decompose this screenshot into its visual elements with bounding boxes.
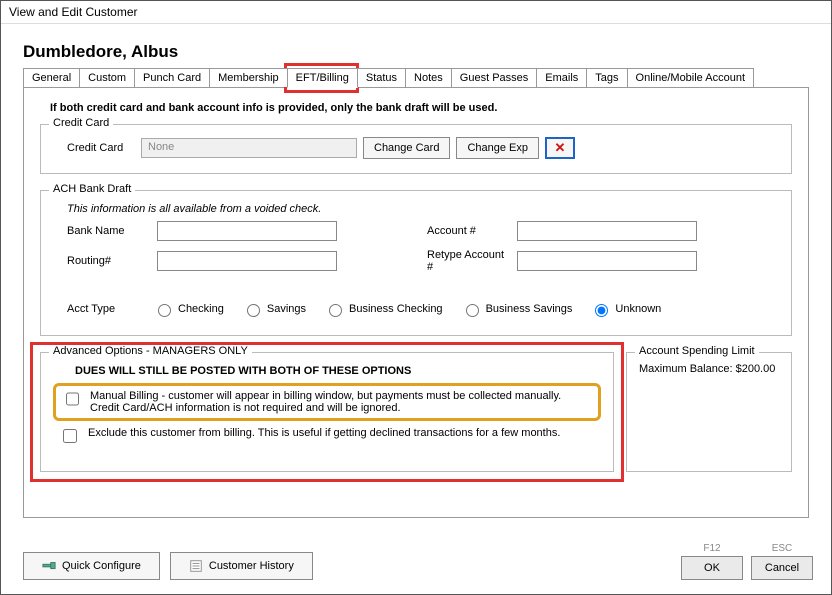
change-exp-button[interactable]: Change Exp (456, 137, 539, 159)
tab-general[interactable]: General (23, 68, 80, 87)
tab-membership[interactable]: Membership (209, 68, 288, 87)
acct-type-radio[interactable] (158, 304, 171, 317)
bank-name-label: Bank Name (67, 225, 147, 237)
customer-history-button[interactable]: Customer History (170, 552, 313, 580)
esc-hint: ESC (772, 543, 793, 554)
acct-type-radio[interactable] (595, 304, 608, 317)
tab-tags[interactable]: Tags (586, 68, 627, 87)
acct-type-unknown[interactable]: Unknown (590, 301, 661, 317)
acct-type-row: Acct Type Checking Savings Business Checki… (67, 301, 777, 317)
acct-type-label-text: Business Savings (486, 303, 573, 315)
exclude-billing-text: Exclude this customer from billing. This… (88, 427, 560, 439)
tab-strip: GeneralCustomPunch CardMembershipEFT/Bil… (23, 68, 809, 88)
bottom-bar: Quick Configure Customer History F12 OK … (1, 533, 831, 594)
tab-guest-passes[interactable]: Guest Passes (451, 68, 537, 87)
tab-notes[interactable]: Notes (405, 68, 452, 87)
routing-label: Routing# (67, 255, 147, 267)
acct-type-radio[interactable] (247, 304, 260, 317)
tab-emails[interactable]: Emails (536, 68, 587, 87)
credit-card-value: None (141, 138, 357, 158)
change-card-button[interactable]: Change Card (363, 137, 450, 159)
bank-name-input[interactable] (157, 221, 337, 241)
advanced-headline: DUES WILL STILL BE POSTED WITH BOTH OF T… (75, 365, 601, 377)
ok-button[interactable]: OK (681, 556, 743, 580)
acct-type-savings[interactable]: Savings (242, 301, 306, 317)
delete-card-button[interactable]: ✕ (545, 137, 575, 159)
spending-legend: Account Spending Limit (635, 345, 759, 357)
manual-billing-checkbox[interactable] (66, 392, 79, 406)
acct-type-label-text: Savings (267, 303, 306, 315)
manual-billing-text: Manual Billing - customer will appear in… (90, 390, 592, 414)
ach-note: This information is all available from a… (67, 203, 777, 215)
acct-type-business-savings[interactable]: Business Savings (461, 301, 573, 317)
tab-body: If both credit card and bank account inf… (23, 88, 809, 518)
acct-type-radio[interactable] (329, 304, 342, 317)
acct-type-label-text: Business Checking (349, 303, 443, 315)
tab-custom[interactable]: Custom (79, 68, 135, 87)
account-input[interactable] (517, 221, 697, 241)
window-title: View and Edit Customer (1, 1, 831, 24)
tab-online-mobile-account[interactable]: Online/Mobile Account (627, 68, 754, 87)
content-area: Dumbledore, Albus GeneralCustomPunch Car… (1, 24, 831, 518)
customer-name: Dumbledore, Albus (23, 42, 809, 62)
exclude-billing-row: Exclude this customer from billing. This… (53, 423, 601, 450)
bank-draft-warning: If both credit card and bank account inf… (50, 102, 792, 114)
tab-eft-billing[interactable]: EFT/Billing (287, 68, 358, 88)
spending-limit-group: Account Spending Limit Maximum Balance: … (626, 352, 792, 472)
retype-account-input[interactable] (517, 251, 697, 271)
quick-configure-label: Quick Configure (62, 560, 141, 572)
ach-legend: ACH Bank Draft (49, 183, 135, 195)
retype-account-label: Retype Account # (427, 249, 507, 273)
customer-history-label: Customer History (209, 560, 294, 572)
manual-billing-row: Manual Billing - customer will appear in… (53, 383, 601, 421)
tab-status[interactable]: Status (357, 68, 406, 87)
cancel-button[interactable]: Cancel (751, 556, 813, 580)
x-icon: ✕ (555, 140, 566, 156)
routing-input[interactable] (157, 251, 337, 271)
quick-configure-button[interactable]: Quick Configure (23, 552, 160, 580)
wrench-icon (42, 559, 56, 573)
f12-hint: F12 (703, 543, 720, 554)
exclude-billing-checkbox[interactable] (63, 429, 77, 443)
acct-type-label-text: Checking (178, 303, 224, 315)
advanced-legend: Advanced Options - MANAGERS ONLY (49, 345, 252, 357)
spending-text: Maximum Balance: $200.00 (639, 363, 779, 375)
window: View and Edit Customer Dumbledore, Albus… (0, 0, 832, 595)
tab-punch-card[interactable]: Punch Card (134, 68, 210, 87)
acct-type-label-text: Unknown (615, 303, 661, 315)
ach-group: ACH Bank Draft This information is all a… (40, 190, 792, 336)
acct-type-radio[interactable] (466, 304, 479, 317)
account-label: Account # (427, 225, 507, 237)
credit-card-label: Credit Card (67, 142, 135, 154)
acct-type-checking[interactable]: Checking (153, 301, 224, 317)
acct-type-business-checking[interactable]: Business Checking (324, 301, 443, 317)
acct-type-label: Acct Type (67, 303, 135, 315)
credit-card-group: Credit Card Credit Card None Change Card… (40, 124, 792, 174)
history-icon (189, 559, 203, 573)
credit-card-legend: Credit Card (49, 117, 113, 129)
advanced-options-group: Advanced Options - MANAGERS ONLY DUES WI… (40, 352, 614, 472)
